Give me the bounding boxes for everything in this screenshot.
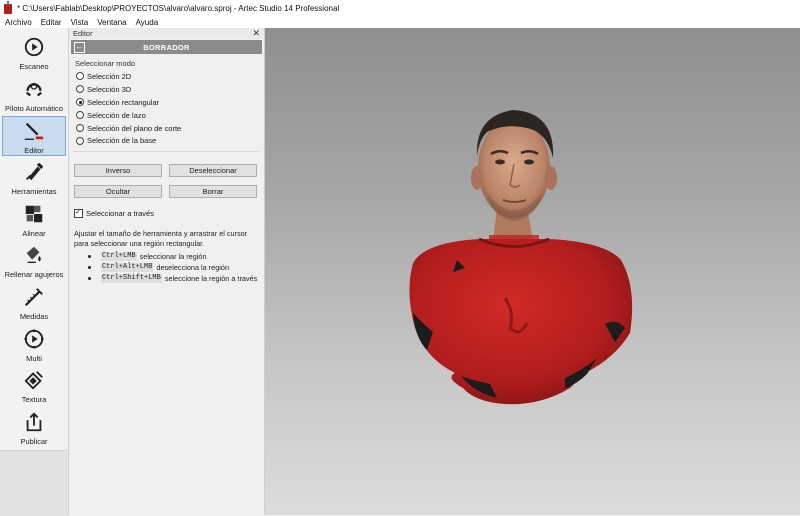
scan-icon (22, 35, 46, 59)
mode-option-rectangular[interactable]: Selección rectangular (73, 96, 260, 109)
texture-icon (22, 368, 46, 392)
mode-section-title: Seleccionar modo (75, 59, 136, 68)
close-icon[interactable]: ✕ (252, 29, 260, 38)
tools-icon (22, 160, 46, 184)
editor-icon (22, 119, 46, 143)
sidebar-item-label: Multi (26, 354, 42, 363)
shortcut-text: seleccionar la región (139, 251, 207, 261)
sidebar-item-textura[interactable]: Textura (2, 366, 66, 406)
mode-option-2d[interactable]: Selección 2D (73, 70, 260, 83)
sidebar-footer (0, 450, 68, 516)
mode-option-label: Selección 2D (87, 71, 132, 81)
radio-button[interactable] (76, 85, 84, 94)
sidebar-item-label: Piloto Automático (5, 104, 63, 113)
sidebar-item-piloto[interactable]: Piloto Automático (2, 75, 66, 115)
sidebar-item-editor[interactable]: Editor (2, 116, 66, 156)
divider (73, 151, 260, 153)
select-through-checkbox[interactable] (74, 208, 83, 218)
menu-bar: Archivo Editar Vista Ventana Ayuda (0, 17, 800, 28)
editor-header-title: BORRADOR (143, 42, 190, 52)
menu-ayuda[interactable]: Ayuda (131, 18, 163, 27)
menu-editar[interactable]: Editar (36, 18, 66, 27)
mode-option-cut-plane[interactable]: Selección del plano de corte (73, 122, 260, 135)
menu-vista[interactable]: Vista (66, 18, 93, 27)
deselect-button[interactable]: Deseleccionar (169, 164, 257, 177)
menu-archivo[interactable]: Archivo (0, 18, 36, 27)
autopilot-icon (22, 77, 46, 101)
shortcut-keys: Ctrl+LMB (101, 251, 137, 262)
shortcut-item: Ctrl+Shift+LMB seleccione la región a tr… (88, 273, 260, 284)
title-bar: * C:\Users\Fablab\Desktop\PROYECTOS\alva… (0, 0, 800, 17)
mode-option-label: Selección 3D (87, 84, 132, 94)
mode-option-label: Selección de lazo (87, 110, 146, 120)
publish-icon (22, 410, 46, 434)
3d-viewport[interactable] (265, 28, 800, 515)
bullet-dot (88, 266, 91, 269)
inverse-button[interactable]: Inverso (74, 164, 162, 177)
shortcut-text: deselecciona la región (156, 262, 230, 272)
sidebar-item-publicar[interactable]: Publicar (2, 408, 66, 448)
sidebar-item-label: Publicar (20, 437, 48, 446)
help-section: Ajustar el tamaño de herramienta y arras… (74, 229, 260, 284)
editor-panel: Editor ✕ ← BORRADOR Seleccionar modo Sel… (69, 28, 265, 515)
sidebar-item-label: Rellenar agujeros (4, 270, 64, 279)
app-icon (4, 0, 12, 14)
scanned-bust-model (409, 110, 633, 405)
shortcut-text: seleccione la región a través (164, 273, 258, 283)
radio-button[interactable] (76, 124, 84, 132)
editor-panel-titlebar: Editor ✕ (69, 28, 264, 39)
shortcut-item: Ctrl+Alt+LMB deselecciona la región (88, 262, 260, 273)
sidebar-item-label: Alinear (22, 229, 46, 238)
sidebar-item-label: Herramientas (11, 187, 57, 196)
sidebar-item-escaneo[interactable]: Escaneo (2, 33, 66, 73)
window-title: * C:\Users\Fablab\Desktop\PROYECTOS\alva… (17, 4, 340, 13)
sidebar-item-label: Textura (21, 395, 47, 404)
help-text: Ajustar el tamaño de herramienta y arras… (74, 229, 248, 248)
sidebar-item-rellenar[interactable]: Rellenar agujeros (2, 241, 66, 281)
mode-option-label: Selección de la base (87, 136, 157, 146)
sidebar-item-herramientas[interactable]: Herramientas (2, 158, 66, 198)
radio-button-selected[interactable] (76, 98, 84, 107)
shortcut-item: Ctrl+LMB seleccionar la región (88, 251, 260, 262)
sidebar-item-label: Medidas (19, 312, 49, 321)
mode-option-3d[interactable]: Selección 3D (73, 83, 260, 96)
bullet-dot (88, 277, 91, 280)
sidebar-item-medidas[interactable]: Medidas (2, 283, 66, 323)
sidebar-item-label: Editor (24, 146, 44, 155)
multi-icon (22, 327, 46, 351)
erase-button[interactable]: Borrar (169, 185, 257, 198)
radio-button[interactable] (76, 111, 84, 120)
select-through-label: Seleccionar a través (86, 209, 154, 218)
editor-panel-title: Editor (73, 29, 93, 38)
mode-option-base[interactable]: Selección de la base (73, 134, 260, 147)
sidebar-item-multi[interactable]: Multi (2, 325, 66, 365)
hide-button[interactable]: Ocultar (74, 185, 162, 198)
align-icon (22, 202, 46, 226)
radio-button[interactable] (76, 136, 84, 145)
sidebar-item-alinear[interactable]: Alinear (2, 200, 66, 240)
mode-section: Seleccionar modo Selección 2D Selección … (73, 56, 260, 147)
sidebar-item-label: Escaneo (19, 62, 49, 71)
back-arrow-icon[interactable]: ← (74, 41, 85, 53)
editor-header: ← BORRADOR (71, 40, 262, 54)
sidebar: Escaneo Piloto Automático Editor Herrami… (0, 28, 69, 516)
mode-option-label: Selección del plano de corte (87, 123, 182, 133)
measures-icon (22, 285, 46, 309)
mode-option-label: Selección rectangular (87, 97, 160, 107)
select-through-option[interactable]: Seleccionar a través (74, 208, 154, 218)
fill-holes-icon (22, 243, 46, 267)
bullet-dot (88, 255, 91, 258)
menu-ventana[interactable]: Ventana (92, 18, 130, 27)
shortcut-keys: Ctrl+Alt+LMB (101, 262, 154, 273)
shortcut-keys: Ctrl+Shift+LMB (101, 273, 162, 284)
radio-button[interactable] (76, 72, 84, 81)
mode-option-lasso[interactable]: Selección de lazo (73, 109, 260, 122)
